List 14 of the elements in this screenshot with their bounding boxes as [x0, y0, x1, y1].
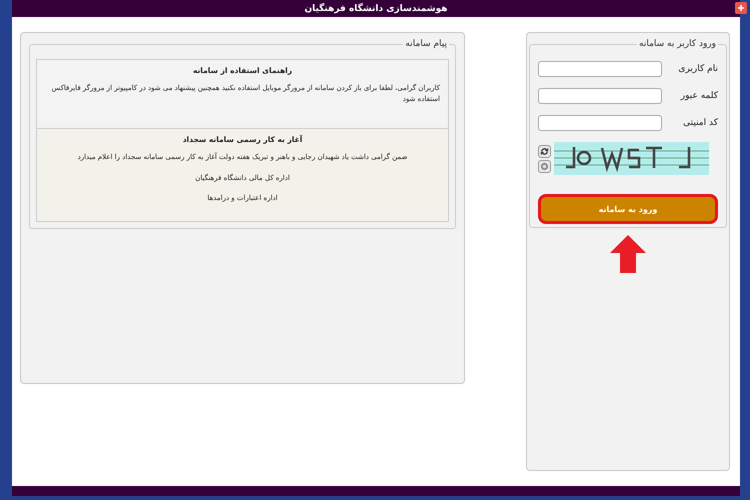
field-label: کد امنیتی: [683, 118, 718, 128]
input-field[interactable]: [538, 115, 662, 131]
message-legend: پیام سامانه: [403, 39, 449, 49]
window-title: هوشمندسازی دانشگاه فرهنگیان: [304, 4, 448, 14]
arrow-up-icon: [609, 234, 647, 274]
input-field[interactable]: [538, 88, 662, 104]
refresh-icon: [540, 146, 549, 156]
input-field[interactable]: [538, 61, 662, 77]
login-legend: ورود کاربر به سامانه: [637, 39, 718, 49]
refresh-button[interactable]: [538, 144, 551, 158]
login-button[interactable]: ورود به سامانه: [538, 194, 718, 224]
field-label: نام کاربری: [678, 64, 718, 74]
field-label: کلمه عبور: [680, 91, 718, 101]
logo-icon: [735, 2, 747, 14]
